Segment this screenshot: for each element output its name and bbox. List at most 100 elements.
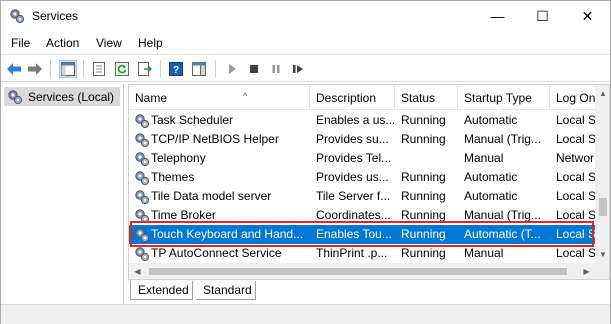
cell-description: Coordinates...: [316, 208, 391, 222]
services-list: Name ^ Description Status Startup Type L…: [128, 84, 610, 280]
cell-status: Running: [401, 189, 446, 203]
service-gear-icon: [135, 209, 150, 224]
table-row[interactable]: Task Scheduler Enables a us... Running Auto…: [129, 111, 596, 130]
horizontal-scroll-thumb[interactable]: [149, 268, 567, 275]
cell-startup-type: Automatic: [464, 170, 518, 184]
status-bar: [1, 304, 610, 324]
minimize-icon: —: [490, 8, 505, 24]
vertical-scrollbar[interactable]: ▲ ▼: [595, 85, 609, 263]
menu-help[interactable]: Help: [138, 36, 163, 50]
cell-startup-type: Manual (Trig...: [464, 132, 541, 146]
close-button[interactable]: ✕: [565, 1, 610, 31]
cell-log-on-as: Local S: [556, 113, 596, 127]
cell-status: Running: [401, 170, 446, 184]
menu-view[interactable]: View: [96, 36, 122, 50]
restart-service-button[interactable]: [289, 60, 307, 78]
scroll-left-icon[interactable]: ◀: [129, 263, 146, 279]
cell-status: Running: [401, 246, 446, 260]
forward-button[interactable]: [26, 60, 44, 78]
scroll-right-icon[interactable]: ▶: [578, 263, 595, 279]
cell-startup-type: Manual: [464, 246, 504, 260]
cell-log-on-as: Local S: [556, 189, 596, 203]
export-list-button[interactable]: [136, 60, 154, 78]
column-header-name[interactable]: Name ^: [129, 85, 310, 110]
tab-standard[interactable]: Standard: [196, 281, 256, 300]
scroll-up-icon[interactable]: ▲: [595, 85, 609, 102]
properties-icon: [93, 62, 105, 76]
tab-label: Extended: [138, 283, 189, 297]
cell-startup-type: Manual (Trig...: [464, 208, 541, 222]
cell-status: Running: [401, 113, 446, 127]
show-hide-tree-icon: [61, 62, 75, 76]
column-header-startup-type[interactable]: Startup Type: [458, 85, 550, 110]
title-bar[interactable]: Services — ☐ ✕: [1, 1, 610, 31]
help-icon: ?: [169, 62, 183, 76]
column-header-row: Name ^ Description Status Startup Type L…: [129, 85, 609, 110]
service-gear-icon: [135, 190, 150, 205]
column-header-status[interactable]: Status: [395, 85, 458, 110]
service-gear-icon: [135, 171, 150, 186]
cell-log-on-as: Local S: [556, 227, 596, 241]
show-action-pane-button[interactable]: [190, 60, 208, 78]
table-row[interactable]: Time Broker Coordinates... Running Manual (…: [129, 206, 596, 225]
services-gear-icon: [10, 9, 25, 24]
console-tree: Services (Local): [1, 84, 124, 324]
cell-status: Running: [401, 227, 446, 241]
back-button[interactable]: [5, 60, 23, 78]
service-gear-icon: [135, 228, 150, 243]
cell-startup-type: Automatic: [464, 113, 518, 127]
menu-file[interactable]: File: [11, 36, 30, 50]
maximize-button[interactable]: ☐: [520, 1, 565, 31]
cell-name: TP AutoConnect Service: [151, 246, 282, 260]
pause-service-button[interactable]: [267, 60, 285, 78]
cell-startup-type: Automatic (T...: [464, 227, 541, 241]
view-tabs: Extended Standard: [128, 281, 610, 301]
column-header-label: Description: [316, 91, 377, 105]
help-button[interactable]: ?: [167, 60, 185, 78]
show-hide-tree-button[interactable]: [59, 60, 77, 78]
stop-service-button[interactable]: [245, 60, 263, 78]
maximize-icon: ☐: [536, 7, 549, 24]
start-service-icon: [229, 64, 236, 74]
table-row[interactable]: Telephony Provides Tel... Manual Networ: [129, 149, 595, 168]
restart-service-icon: [293, 65, 303, 73]
cell-name: Telephony: [151, 151, 206, 165]
cell-log-on-as: Local S: [556, 170, 596, 184]
table-row[interactable]: TP AutoConnect Service ThinPrint .p... Run…: [129, 244, 596, 263]
minimize-button[interactable]: —: [475, 1, 520, 31]
tree-item-label: Services (Local): [28, 89, 115, 104]
toolbar: ?: [1, 54, 610, 82]
table-row[interactable]: Tile Data model server Tile Server f... Ru…: [129, 187, 596, 206]
service-gear-icon: [135, 133, 150, 148]
menu-action[interactable]: Action: [46, 36, 79, 50]
column-header-description[interactable]: Description: [310, 85, 395, 110]
stop-service-icon: [250, 65, 258, 73]
toolbar-separator: [160, 60, 161, 78]
cell-startup-type: Manual: [464, 151, 504, 165]
menu-bar: File Action View Help: [1, 32, 610, 54]
horizontal-scrollbar[interactable]: ◀ ▶: [129, 263, 595, 279]
cell-description: Enables a us...: [316, 113, 394, 127]
cell-log-on-as: Networ: [556, 151, 595, 165]
table-row[interactable]: Themes Provides us... Running Automatic Loca…: [129, 168, 596, 187]
table-row-selected[interactable]: Touch Keyboard and Hand... Enables Tou...…: [129, 225, 596, 244]
tab-extended[interactable]: Extended: [130, 281, 193, 300]
cell-description: Provides Tel...: [316, 151, 392, 165]
sort-ascending-icon: ^: [243, 91, 248, 101]
vertical-scroll-thumb[interactable]: [599, 198, 607, 216]
export-list-icon: [138, 62, 152, 76]
cell-description: Provides su...: [316, 132, 389, 146]
table-row[interactable]: TCP/IP NetBIOS Helper Provides su... Runni…: [129, 130, 596, 149]
toolbar-separator: [215, 60, 216, 78]
scroll-down-icon[interactable]: ▼: [595, 246, 609, 263]
cell-status: Running: [401, 208, 446, 222]
refresh-button[interactable]: [113, 60, 131, 78]
service-gear-icon: [135, 247, 150, 262]
column-header-label: Status: [401, 91, 436, 105]
cell-name: Themes: [151, 170, 195, 184]
cell-name: Task Scheduler: [151, 113, 234, 127]
cell-description: Tile Server f...: [316, 189, 391, 203]
tree-item-services-local[interactable]: Services (Local): [4, 87, 120, 106]
start-service-button[interactable]: [223, 60, 241, 78]
properties-button[interactable]: [90, 60, 108, 78]
